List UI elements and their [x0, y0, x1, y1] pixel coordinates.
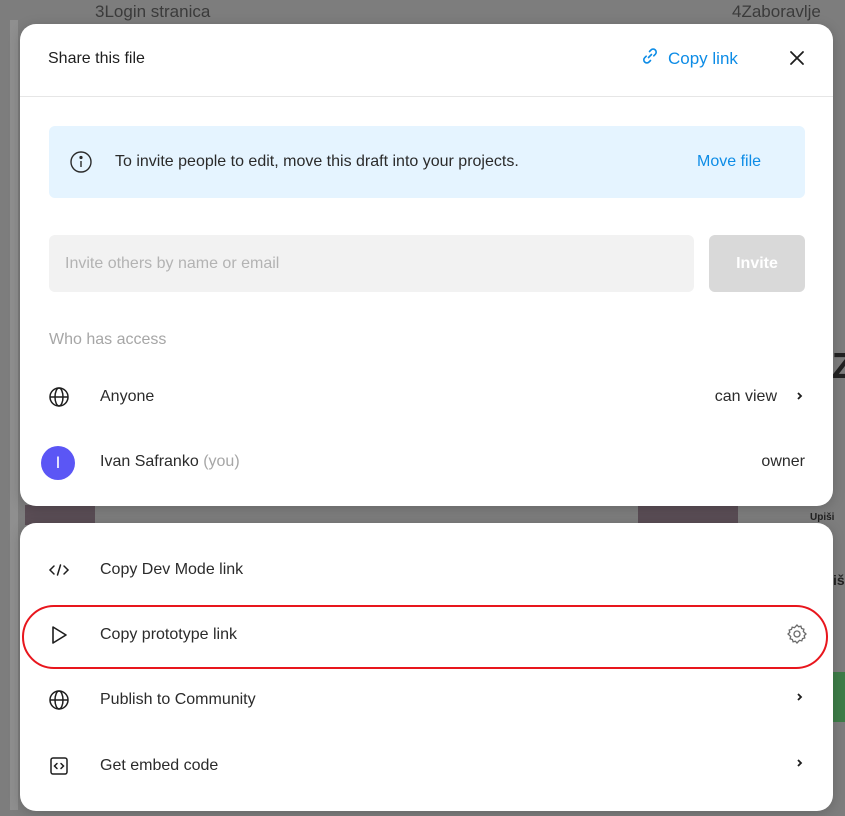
you-suffix: (you) — [203, 453, 240, 470]
info-icon — [69, 150, 93, 179]
copy-link-button[interactable]: Copy link — [640, 46, 738, 71]
menu-item-label: Copy Dev Mode link — [100, 561, 244, 578]
close-button[interactable] — [785, 46, 809, 70]
code-icon — [48, 559, 70, 581]
menu-item-get-embed-code[interactable]: Get embed code — [20, 737, 833, 797]
access-heading: Who has access — [49, 331, 167, 348]
menu-item-publish-to-community[interactable]: Publish to Community — [20, 671, 833, 731]
embed-icon — [48, 755, 70, 777]
chevron-right-icon — [795, 755, 805, 776]
gear-icon[interactable] — [785, 622, 809, 651]
permission-label: can view — [714, 388, 777, 405]
close-icon — [785, 51, 809, 74]
move-file-link[interactable]: Move file — [697, 153, 761, 171]
invite-button[interactable]: Invite — [709, 235, 805, 292]
canvas-side-text: Upiši — [810, 512, 835, 523]
menu-item-label: Get embed code — [100, 757, 219, 774]
menu-item-label: Copy prototype link — [100, 626, 237, 643]
avatar: I — [41, 446, 75, 480]
canvas-side-text: iš — [833, 572, 845, 588]
canvas-side-glyph: Z — [832, 345, 845, 386]
canvas-dark-block-left — [25, 505, 95, 525]
menu-item-label: Publish to Community — [100, 691, 256, 708]
canvas-green-block — [833, 672, 845, 722]
canvas-frame-title-right: 4Zaboravlje — [732, 2, 821, 21]
info-banner-text: To invite people to edit, move this draf… — [115, 153, 519, 170]
menu-item-copy-prototype-link[interactable]: Copy prototype link — [20, 606, 833, 666]
share-actions-menu: Copy Dev Mode link Copy prototype link P… — [20, 523, 833, 811]
menu-item-copy-dev-mode-link[interactable]: Copy Dev Mode link — [20, 541, 833, 601]
access-name: Anyone — [100, 388, 155, 405]
canvas-dark-block-right — [638, 505, 738, 525]
play-icon — [48, 624, 70, 646]
globe-icon — [48, 689, 70, 711]
globe-icon — [48, 386, 70, 408]
canvas-frame-title-left: 3Login stranica — [95, 2, 211, 21]
info-banner: To invite people to edit, move this draf… — [49, 126, 805, 198]
access-name: Ivan Safranko (you) — [100, 453, 240, 471]
share-dialog-title: Share this file — [48, 50, 145, 67]
access-row-owner: I Ivan Safranko (you) owner — [20, 443, 833, 483]
invite-input[interactable] — [49, 235, 694, 292]
share-dialog-header: Share this file Copy link — [20, 24, 833, 97]
permission-dropdown[interactable]: can view — [715, 388, 777, 406]
access-row-anyone[interactable]: Anyone can view — [20, 378, 833, 418]
share-dialog: Share this file Copy link To invite peop… — [20, 24, 833, 506]
canvas-frame — [10, 20, 18, 810]
link-icon — [640, 46, 660, 71]
user-name: Ivan Safranko — [100, 453, 199, 470]
permission-label: owner — [761, 453, 805, 470]
chevron-right-icon — [795, 388, 805, 409]
copy-link-label: Copy link — [668, 48, 738, 68]
chevron-right-icon — [795, 689, 805, 710]
